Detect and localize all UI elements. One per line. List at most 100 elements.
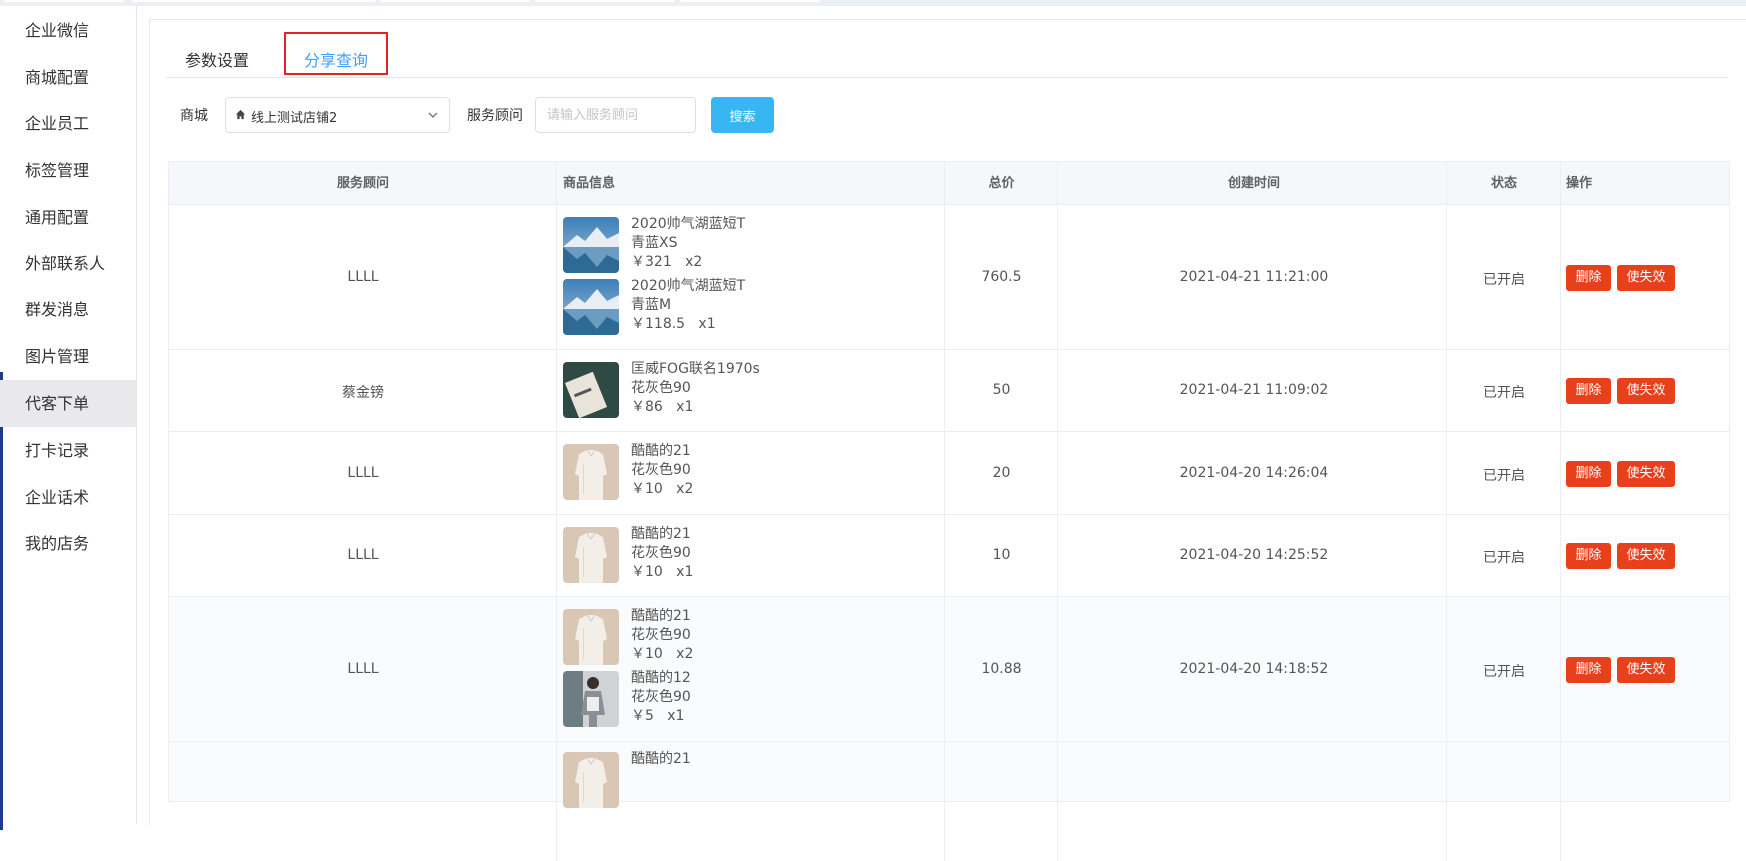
product-thumbnail bbox=[563, 362, 619, 418]
product-spec: 花灰色90 bbox=[631, 462, 691, 478]
column-divider bbox=[1446, 161, 1447, 861]
product-thumbnail bbox=[563, 444, 619, 500]
sidebar-item[interactable]: 外部联系人 bbox=[0, 240, 136, 287]
created-time-cell: 2021-04-20 14:26:04 bbox=[1179, 465, 1329, 481]
product-price: ￥10 x2 bbox=[631, 481, 694, 497]
product-name: 酷酷的21 bbox=[631, 526, 691, 542]
status-cell: 已开启 bbox=[1483, 468, 1525, 484]
table-row: LLLL 10.88 2021-04-20 14:18:52 已开启 删除 使失效 酷酷的2… bbox=[168, 597, 1730, 742]
product-name: 酷酷的21 bbox=[631, 443, 691, 459]
highlight-box bbox=[284, 32, 388, 75]
column-divider bbox=[944, 161, 945, 861]
sidebar-item[interactable]: 打卡记录 bbox=[0, 427, 136, 474]
product-price: ￥118.5 x1 bbox=[631, 316, 716, 332]
product-price: ￥10 x1 bbox=[631, 564, 694, 580]
header-total: 总价 bbox=[988, 176, 1015, 191]
table-row: 酷酷的21 bbox=[168, 742, 1730, 808]
product-name: 酷酷的21 bbox=[631, 608, 691, 624]
table-row: LLLL 760.5 2021-04-21 11:21:00 已开启 删除 使失效 2020… bbox=[168, 205, 1730, 350]
column-divider bbox=[556, 161, 557, 861]
sidebar-item[interactable]: 商城配置 bbox=[0, 54, 136, 101]
total-cell: 20 bbox=[992, 465, 1011, 481]
mall-label: 商城 bbox=[180, 108, 208, 124]
header-status: 状态 bbox=[1490, 176, 1517, 191]
status-cell: 已开启 bbox=[1483, 385, 1525, 401]
product-thumbnail bbox=[563, 752, 619, 808]
sidebar-item[interactable]: 群发消息 bbox=[0, 286, 136, 333]
header-product: 商品信息 bbox=[563, 176, 616, 191]
product-thumbnail bbox=[563, 279, 619, 335]
search-button[interactable]: 搜索 bbox=[711, 97, 774, 133]
product-name: 匡威FOG联名1970s bbox=[631, 361, 760, 377]
advisor-cell: LLLL bbox=[347, 269, 379, 285]
advisor-cell: LLLL bbox=[347, 465, 379, 481]
table-row: LLLL 10 2021-04-20 14:25:52 已开启 删除 使失效 酷酷的21 花灰… bbox=[168, 515, 1730, 597]
product-name: 酷酷的21 bbox=[631, 751, 691, 767]
invalidate-button[interactable]: 使失效 bbox=[1617, 657, 1675, 683]
delete-button[interactable]: 删除 bbox=[1566, 461, 1611, 487]
delete-button[interactable]: 删除 bbox=[1566, 543, 1611, 569]
sidebar-item[interactable]: 企业员工 bbox=[0, 100, 136, 147]
total-cell: 10.88 bbox=[981, 661, 1022, 677]
product-thumbnail bbox=[563, 217, 619, 273]
advisor-cell: LLLL bbox=[347, 547, 379, 563]
advisor-cell: LLLL bbox=[347, 661, 379, 677]
sidebar-item[interactable]: 图片管理 bbox=[0, 333, 136, 380]
table-row: LLLL 20 2021-04-20 14:26:04 已开启 删除 使失效 酷酷的21 花灰… bbox=[168, 432, 1730, 515]
product-spec: 花灰色90 bbox=[631, 689, 691, 705]
column-divider bbox=[1560, 161, 1561, 861]
invalidate-button[interactable]: 使失效 bbox=[1617, 265, 1675, 291]
table-header: 服务顾问 商品信息 总价 创建时间 状态 操作 bbox=[168, 161, 1730, 205]
created-time-cell: 2021-04-20 14:18:52 bbox=[1179, 661, 1329, 677]
status-cell: 已开启 bbox=[1483, 272, 1525, 288]
total-cell: 50 bbox=[992, 382, 1011, 398]
product-name: 2020帅气湖蓝短T bbox=[631, 278, 746, 294]
sidebar-item[interactable]: 企业微信 bbox=[0, 7, 136, 54]
advisor-label: 服务顾问 bbox=[467, 108, 523, 124]
header-actions: 操作 bbox=[1566, 176, 1593, 191]
sidebar-item[interactable]: 通用配置 bbox=[0, 194, 136, 241]
invalidate-button[interactable]: 使失效 bbox=[1617, 461, 1675, 487]
sidebar: 企业微信 商城配置 企业员工 标签管理 通用配置 外部联系人 群发消息 图片管理 代客下单 打卡记… bbox=[0, 6, 137, 830]
product-name: 酷酷的12 bbox=[631, 670, 691, 686]
mall-select[interactable]: 线上测试店铺2 bbox=[225, 97, 450, 133]
status-cell: 已开启 bbox=[1483, 550, 1525, 566]
product-spec: 青蓝XS bbox=[631, 235, 678, 251]
delete-button[interactable]: 删除 bbox=[1566, 657, 1611, 683]
table-row: 蔡金镑 50 2021-04-21 11:09:02 已开启 删除 使失效 匡威FOG联名1… bbox=[168, 350, 1730, 432]
home-icon bbox=[235, 109, 246, 120]
product-price: ￥10 x2 bbox=[631, 646, 694, 662]
product-spec: 花灰色90 bbox=[631, 380, 691, 396]
invalidate-button[interactable]: 使失效 bbox=[1617, 543, 1675, 569]
created-time-cell: 2021-04-20 14:25:52 bbox=[1179, 547, 1329, 563]
product-spec: 花灰色90 bbox=[631, 627, 691, 643]
product-price: ￥5 x1 bbox=[631, 708, 685, 724]
product-spec: 花灰色90 bbox=[631, 545, 691, 561]
total-cell: 10 bbox=[992, 547, 1011, 563]
header-advisor: 服务顾问 bbox=[336, 176, 389, 191]
product-price: ￥86 x1 bbox=[631, 399, 694, 415]
column-divider bbox=[1057, 161, 1058, 861]
advisor-search-input[interactable] bbox=[535, 97, 696, 133]
sidebar-item[interactable]: 企业话术 bbox=[0, 474, 136, 521]
total-cell: 760.5 bbox=[981, 269, 1022, 285]
product-thumbnail bbox=[563, 671, 619, 727]
created-time-cell: 2021-04-21 11:09:02 bbox=[1179, 382, 1329, 398]
product-thumbnail bbox=[563, 609, 619, 665]
tabs-bar: 参数设置 分享查询 bbox=[166, 19, 1728, 78]
product-name: 2020帅气湖蓝短T bbox=[631, 216, 746, 232]
tab-settings[interactable]: 参数设置 bbox=[185, 47, 249, 71]
delete-button[interactable]: 删除 bbox=[1566, 378, 1611, 404]
sidebar-item[interactable]: 我的店务 bbox=[0, 520, 136, 567]
invalidate-button[interactable]: 使失效 bbox=[1617, 378, 1675, 404]
product-price: ￥321 x2 bbox=[631, 254, 703, 270]
sidebar-item[interactable]: 代客下单 bbox=[0, 380, 136, 427]
product-spec: 青蓝M bbox=[631, 297, 672, 313]
status-cell: 已开启 bbox=[1483, 664, 1525, 680]
product-thumbnail bbox=[563, 527, 619, 583]
delete-button[interactable]: 删除 bbox=[1566, 265, 1611, 291]
sidebar-item[interactable]: 标签管理 bbox=[0, 147, 136, 194]
mall-select-value: 线上测试店铺2 bbox=[251, 111, 338, 126]
advisor-cell: 蔡金镑 bbox=[342, 385, 384, 401]
header-created-time: 创建时间 bbox=[1227, 176, 1280, 191]
